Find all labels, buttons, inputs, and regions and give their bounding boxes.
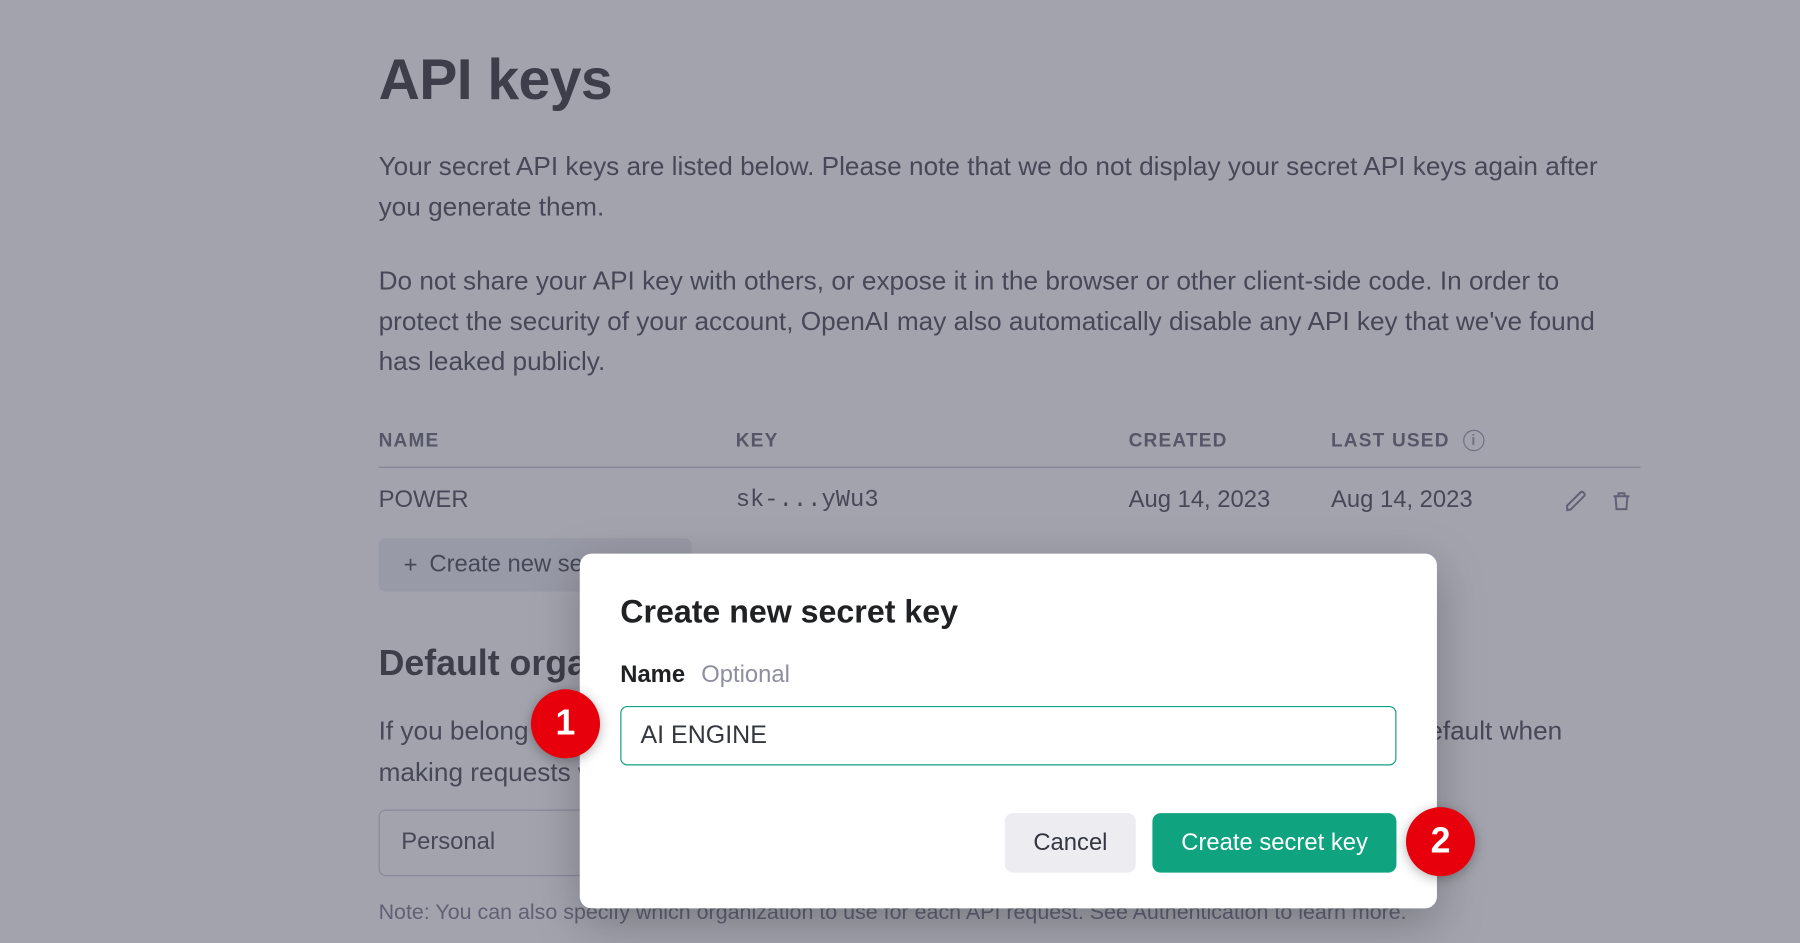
cancel-button[interactable]: Cancel — [1005, 813, 1136, 873]
name-label-text: Name — [620, 662, 685, 688]
create-key-modal: Create new secret key Name Optional Canc… — [580, 554, 1437, 909]
modal-title: Create new secret key — [620, 594, 1396, 631]
key-name-input[interactable] — [620, 706, 1396, 766]
create-secret-key-submit[interactable]: Create secret key — [1153, 813, 1397, 873]
name-label-optional: Optional — [701, 662, 790, 688]
annotation-badge-1: 1 — [531, 689, 600, 758]
annotation-badge-2: 2 — [1406, 807, 1475, 876]
name-field-label: Name Optional — [620, 662, 1396, 689]
